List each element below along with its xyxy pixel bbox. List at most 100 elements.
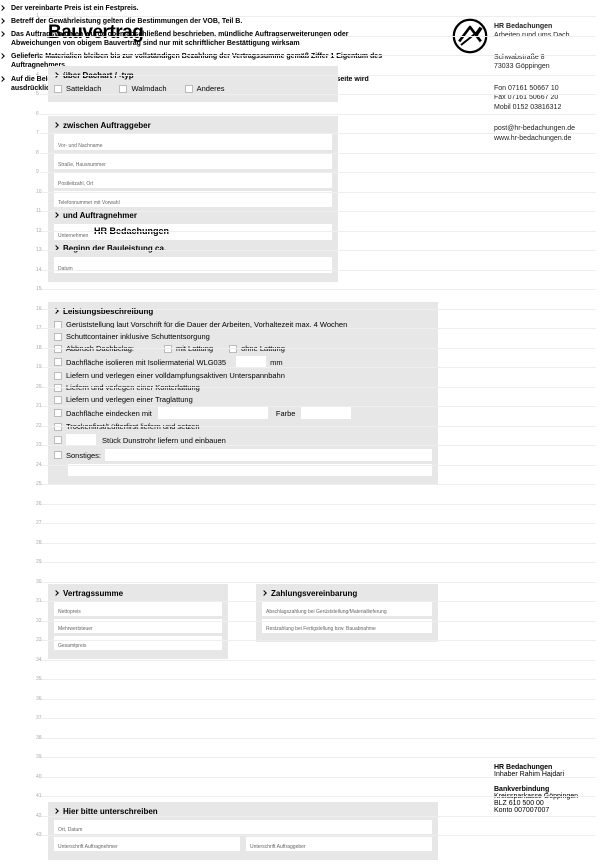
ruler-number: 24: [36, 462, 42, 468]
ruler-number: 2: [36, 33, 39, 39]
ruler-number: 16: [36, 306, 42, 312]
checkbox-underlay[interactable]: [54, 372, 62, 380]
client-street-field[interactable]: Straße, Hausnummer: [54, 153, 332, 169]
ruler-number: 11: [36, 208, 41, 214]
company-email: post@hr-bedachungen.de: [494, 125, 575, 132]
checkbox-anderes[interactable]: [185, 85, 193, 93]
section-signature: Hier bitte unterschreiben Ort, Datum Unt…: [48, 802, 438, 860]
checkbox-satteldach[interactable]: [54, 85, 62, 93]
client-zip-label: Postleitzahl, Ort: [58, 181, 93, 187]
company-web: www.hr-bedachungen.de: [494, 135, 571, 142]
section-roof-type: über Dachart / -typ Satteldach Walmdach …: [48, 66, 338, 102]
ruler-number: 14: [36, 267, 42, 273]
checkbox-vent-pipe[interactable]: [54, 436, 62, 444]
contractor-header: und Auftragnehmer: [63, 211, 137, 220]
ruler-number: 43: [36, 832, 42, 838]
checkbox-with-lattung[interactable]: [164, 345, 172, 353]
arrow-icon: [0, 76, 8, 82]
ruler-number: 22: [36, 423, 42, 429]
client-zip-field[interactable]: Postleitzahl, Ort: [54, 172, 332, 188]
arrow-icon: [54, 212, 60, 218]
ruler-number: 6: [36, 111, 39, 117]
client-phone-field[interactable]: Telefonnummer mit Vorwahl: [54, 191, 332, 207]
bank-blz: BLZ 610 500 00: [494, 800, 544, 807]
net-price-field[interactable]: Nettopreis: [54, 602, 222, 616]
bank-company: HR Bedachungen: [494, 764, 552, 771]
place-date-label: Ort, Datum: [58, 827, 82, 833]
final-payment-label: Restzahlung bei Fertigstellung bzw. Baua…: [266, 626, 376, 632]
ruler-number: 5: [36, 91, 39, 97]
ruler-number: 42: [36, 813, 42, 819]
page-title: Bauvertrag: [48, 22, 143, 44]
client-name-field[interactable]: Vor- und Nachname: [54, 134, 332, 150]
label-underlay: Liefern und verlegen einer volldampfungs…: [66, 371, 285, 380]
ruler-number: 30: [36, 579, 42, 585]
ruler-number: 27: [36, 520, 42, 526]
contractor-field[interactable]: HR Bedachungen Unternehmen: [54, 224, 332, 240]
net-price-label: Nettopreis: [58, 609, 81, 615]
section-scope: Leistungsbeschreibung Gerüststellung lau…: [48, 302, 438, 485]
ruler-number: 38: [36, 735, 42, 741]
client-name-label: Vor- und Nachname: [58, 143, 102, 149]
payment-header: Zahlungsvereinbarung: [271, 589, 357, 598]
checkbox-without-lattung[interactable]: [229, 345, 237, 353]
checkbox-counter-batten[interactable]: [54, 384, 62, 392]
ruler-number: 3: [36, 52, 39, 58]
label-ridge: Trockenfirst/Lüfterfirst liefern und set…: [66, 422, 200, 431]
label-color: Farbe: [276, 409, 296, 418]
ruler-number: 18: [36, 345, 42, 351]
checkbox-container[interactable]: [54, 333, 62, 341]
other-field-2[interactable]: [68, 464, 432, 476]
label-batten: Liefern und verlegen einer Traglattung: [66, 395, 193, 404]
arrow-icon: [0, 18, 8, 24]
client-phone-label: Telefonnummer mit Vorwahl: [58, 200, 120, 206]
bank-sidebar: HR Bedachungen Inhaber Rahim Hajdari Ban…: [494, 764, 592, 814]
company-sidebar: HR Bedachungen Arbeiten rund ums Dach Sc…: [494, 22, 592, 155]
ruler-number: 12: [36, 228, 42, 234]
ruler-number: 25: [36, 481, 42, 487]
label-vent-pipe: Stück Dunstrohr liefern und einbauen: [102, 436, 226, 445]
sig-contractor-field[interactable]: Unterschrift Auftragnehmer: [54, 837, 240, 851]
ruler-number: 15: [36, 286, 42, 292]
client-street-label: Straße, Hausnummer: [58, 162, 106, 168]
checkbox-demolition[interactable]: [54, 345, 62, 353]
ruler-number: 23: [36, 442, 42, 448]
ruler-number: 4: [36, 72, 39, 78]
checkbox-other[interactable]: [54, 451, 62, 459]
other-field-1[interactable]: [105, 449, 432, 461]
checkbox-walmdach[interactable]: [119, 85, 127, 93]
arrow-icon: [262, 590, 268, 596]
sig-client-field[interactable]: Unterschrift Auftraggeber: [246, 837, 432, 851]
ruler-number: 28: [36, 540, 42, 546]
label-mm: mm: [270, 358, 283, 367]
section-contract-sum: Vertragssumme Nettopreis Mehrwertsteuer …: [48, 584, 228, 659]
covering-material-field[interactable]: [158, 407, 268, 419]
checkbox-ridge[interactable]: [54, 423, 62, 431]
checkbox-covering[interactable]: [54, 409, 62, 417]
checkbox-batten[interactable]: [54, 396, 62, 404]
start-date-field[interactable]: Datum: [54, 257, 332, 273]
total-price-field[interactable]: Gesamtpreis: [54, 636, 222, 650]
ruler-number: 32: [36, 618, 42, 624]
ruler-number: 33: [36, 637, 42, 643]
ruler-number: 19: [36, 364, 42, 370]
roof-type-header: über Dachart / -typ: [63, 71, 134, 80]
bank-konto: Konto 007007007: [494, 807, 549, 814]
company-fax: Fax 07161 50667 20: [494, 94, 558, 101]
place-date-field[interactable]: Ort, Datum: [54, 820, 432, 834]
checkbox-insulation[interactable]: [54, 358, 62, 366]
ruler-number: 37: [36, 715, 42, 721]
ruler-number: 21: [36, 403, 42, 409]
ruler-number: 10: [36, 189, 42, 195]
ruler-number: 39: [36, 754, 42, 760]
label-insulation: Dachfläche isolieren mit Isoliermaterial…: [66, 358, 226, 367]
label-demolition: Abbruch Dachbelag:: [66, 344, 134, 353]
label-other: Sonstiges:: [66, 451, 101, 460]
ruler-number: 36: [36, 696, 42, 702]
statement-1: Der vereinbarte Preis ist ein Festpreis.: [11, 4, 390, 13]
downpayment-field[interactable]: Abschlagszahlung bei Gerüststellung/Mate…: [262, 602, 432, 616]
covering-color-field[interactable]: [301, 407, 351, 419]
ruler-number: 7: [36, 130, 39, 136]
ruler-number: 35: [36, 676, 42, 682]
label-walmdach: Walmdach: [131, 84, 166, 93]
